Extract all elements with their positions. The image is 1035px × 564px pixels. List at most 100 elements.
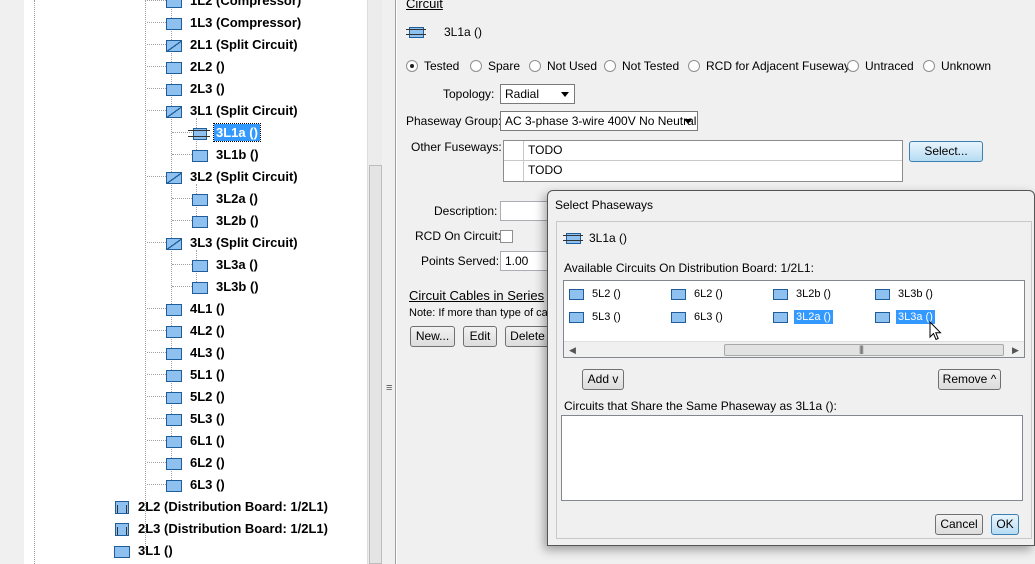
radio-spare[interactable] [470, 60, 482, 72]
tree-node[interactable]: 3L1 () [112, 540, 175, 560]
tree-node[interactable]: 3L3a () [190, 254, 260, 274]
scrollbar-thumb[interactable]: ||| [724, 344, 1004, 356]
panel-splitter[interactable] [382, 0, 395, 564]
edit-cable-button[interactable]: Edit [463, 326, 497, 347]
circuit-tree[interactable]: 1L2 (Compressor) 1L3 (Compressor) +2L1 (Sp… [24, 0, 382, 564]
tree-node[interactable]: 4L1 () [164, 298, 227, 318]
circuit-icon [164, 323, 182, 338]
tree-node[interactable]: 3L2a () [190, 188, 260, 208]
tree-node-label: 3L1a () [213, 122, 261, 142]
select-fuseways-button[interactable]: Select... [909, 141, 983, 162]
tree-node[interactable]: 3L3 (Split Circuit) [164, 232, 300, 252]
available-circuit-item[interactable]: 3L2b () [773, 285, 833, 303]
remove-button[interactable]: Remove ^ [938, 369, 1001, 390]
radio-not-tested[interactable] [604, 60, 616, 72]
status-untraced[interactable]: Untraced [847, 59, 914, 73]
add-button[interactable]: Add v [582, 369, 624, 390]
tree-scrollbar-thumb[interactable] [369, 165, 382, 564]
available-circuit-item[interactable]: 5L2 () [569, 285, 623, 303]
radio-unknown[interactable] [923, 60, 935, 72]
scroll-left-icon[interactable]: ◀ [569, 345, 576, 356]
tree-node[interactable]: 4L2 () [164, 320, 227, 340]
available-circuit-label: 5L3 () [592, 311, 621, 323]
status-rcd-adjacent[interactable]: RCD for Adjacent Fuseway [688, 59, 850, 73]
tree-guide-line [34, 0, 35, 564]
circuit-icon [164, 367, 182, 382]
available-circuit-item[interactable]: 3L2a () [773, 308, 833, 326]
tree-node[interactable]: 2L2 () [164, 56, 227, 76]
tree-node[interactable]: 4L3 () [164, 342, 227, 362]
tree-node[interactable]: 2L3 () [164, 78, 227, 98]
left-gutter [0, 0, 24, 564]
tree-node[interactable]: 1L3 (Compressor) [164, 12, 303, 32]
tree-node-label: 6L1 () [190, 432, 225, 448]
panel-divider [395, 0, 397, 564]
other-fuseways-grid[interactable]: TODO TODO [503, 140, 903, 182]
cancel-button[interactable]: Cancel [935, 514, 983, 535]
available-circuit-item[interactable]: 3L3b () [875, 285, 935, 303]
status-tested[interactable]: Tested [406, 59, 459, 73]
tree-node[interactable]: 1L2 (Compressor) [164, 0, 303, 10]
phaseway-group-select[interactable]: AC 3-phase 3-wire 400V No Neutral [500, 111, 698, 131]
circuit-icon [875, 311, 890, 323]
radio-rcd-adjacent[interactable] [688, 60, 700, 72]
tree-node[interactable]: 3L2 (Split Circuit) [164, 166, 300, 186]
grid-row[interactable]: TODO [504, 161, 902, 181]
tree-node[interactable]: 2L2 (Distribution Board: 1/2L1) [112, 496, 330, 516]
tree-node[interactable]: 2L3 (Distribution Board: 1/2L1) [112, 518, 330, 538]
circuit-icon [190, 147, 208, 162]
radio-not-used[interactable] [529, 60, 541, 72]
dialog-body: 3L1a () Available Circuits On Distributi… [556, 221, 1032, 539]
available-circuit-label: 3L2b () [796, 288, 831, 300]
tree-node[interactable]: 5L2 () [164, 386, 227, 406]
tree-node[interactable]: 5L3 () [164, 408, 227, 428]
row-header[interactable] [504, 161, 524, 181]
grid-cell[interactable]: TODO [524, 161, 562, 181]
row-header[interactable] [504, 141, 524, 160]
tree-node-label: 3L3b () [216, 278, 259, 294]
topology-value: Radial [505, 87, 540, 101]
tree-node[interactable]: 5L1 () [164, 364, 227, 384]
other-fuseways-label: Other Fuseways: [411, 140, 502, 154]
status-unknown[interactable]: Unknown [923, 59, 991, 73]
circuit-icon [671, 311, 686, 323]
tree-node-label: 3L2b () [216, 212, 259, 228]
tree-node-label: 3L1 () [138, 542, 173, 558]
available-circuit-item[interactable]: 3L3a () [875, 308, 935, 326]
available-horizontal-scrollbar[interactable]: ◀ ||| ▶ [564, 341, 1024, 357]
status-not-tested[interactable]: Not Tested [604, 59, 679, 73]
tree-node-label: 6L3 () [190, 476, 225, 492]
tree-node[interactable]: 3L1 (Split Circuit) [164, 100, 300, 120]
ok-button[interactable]: OK [991, 514, 1019, 535]
circuit-icon [773, 288, 788, 300]
grid-cell[interactable]: TODO [524, 141, 562, 160]
tree-node[interactable]: 6L3 () [164, 474, 227, 494]
available-circuits-list[interactable]: 5L2 () 6L2 () 3L2b () 3L3b () 5L3 () 6L3 () 3L… [563, 280, 1025, 358]
tree-node[interactable]: 6L2 () [164, 452, 227, 472]
available-circuit-item[interactable]: 6L2 () [671, 285, 725, 303]
delete-cable-button[interactable]: Delete [505, 326, 550, 347]
status-spare[interactable]: Spare [470, 59, 520, 73]
available-circuit-item[interactable]: 5L3 () [569, 308, 623, 326]
tree-node[interactable]: 2L1 (Split Circuit) [164, 34, 300, 54]
new-cable-button[interactable]: New... [410, 326, 455, 347]
circuit-icon [164, 81, 182, 96]
grid-row[interactable]: TODO [504, 141, 902, 161]
topology-select[interactable]: Radial [500, 84, 575, 104]
status-not-used[interactable]: Not Used [529, 59, 597, 73]
tree-connector [172, 286, 192, 287]
circuit-name: 3L1a () [444, 25, 483, 39]
available-circuit-item[interactable]: 6L3 () [671, 308, 725, 326]
rcd-checkbox[interactable] [500, 230, 513, 243]
tree-node[interactable]: 3L1b () [190, 144, 261, 164]
tree-node[interactable]: 3L3b () [190, 276, 261, 296]
tree-node[interactable]: 3L2b () [190, 210, 261, 230]
tree-node[interactable]: 6L1 () [164, 430, 227, 450]
radio-untraced[interactable] [847, 60, 859, 72]
tree-scrollbar[interactable] [367, 0, 382, 564]
radio-tested[interactable] [406, 60, 418, 72]
tree-node[interactable]: 3L1a () [188, 122, 261, 142]
shared-circuits-list[interactable] [561, 415, 1023, 501]
chevron-down-icon [684, 119, 692, 124]
scroll-right-icon[interactable]: ▶ [1012, 345, 1019, 356]
